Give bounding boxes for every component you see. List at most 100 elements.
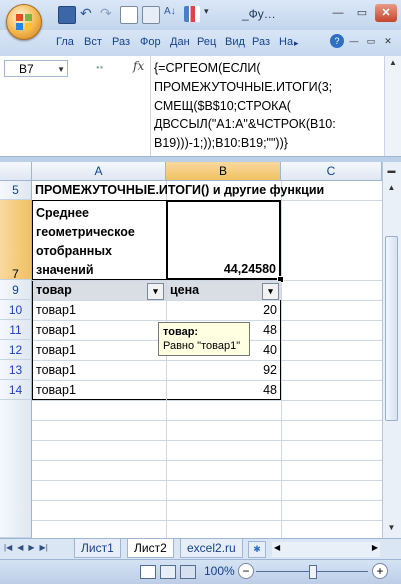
close-button[interactable]: ✕	[375, 4, 397, 22]
zoom-out-icon[interactable]: −	[238, 563, 254, 579]
cell-a7[interactable]: Среднее геометрическое отобранных значен…	[32, 200, 166, 280]
tab-page-layout[interactable]: Раз	[112, 36, 130, 48]
formula-bar-scrollbar[interactable]: ▲	[384, 56, 401, 156]
cell-a11[interactable]: товар1	[32, 320, 166, 340]
filter-active-icon[interactable]: ▾	[147, 283, 164, 300]
undo-icon[interactable]: ↶	[80, 6, 96, 22]
window-title: _Фу…	[242, 7, 276, 21]
redo-icon[interactable]: ↷	[100, 6, 116, 22]
formula-divider	[150, 56, 151, 156]
page-layout-view-icon[interactable]	[160, 565, 176, 579]
cell-b13[interactable]: 92	[167, 360, 281, 380]
vertical-scrollbar[interactable]: ▬ ▲ ▼	[382, 162, 401, 538]
column-header-c[interactable]: C	[281, 162, 382, 181]
ribbon-close-icon[interactable]: ✕	[381, 34, 395, 48]
sheet-tabs-bar: |◀ ◀ ▶ ▶| Лист1 Лист2 excel2.ru ✱ ◀ ▶	[0, 538, 401, 560]
row-header-14[interactable]: 14	[0, 380, 32, 400]
column-header-b[interactable]: B	[166, 162, 281, 181]
cell-a7-line-1: Среднее	[36, 206, 90, 220]
normal-view-icon[interactable]	[140, 565, 156, 579]
tab-addins[interactable]: На	[279, 36, 293, 48]
zoom-slider-thumb[interactable]	[309, 565, 317, 579]
scroll-down-icon[interactable]: ▼	[384, 520, 399, 535]
formula-input[interactable]: {=СРГЕОМ(ЕСЛИ( ПРОМЕЖУТОЧНЫЕ.ИТОГИ(3; СМ…	[154, 59, 369, 153]
prev-sheet-icon[interactable]: ◀	[17, 543, 23, 552]
tab-review[interactable]: Рец	[197, 36, 216, 48]
scroll-right-icon[interactable]: ▶	[372, 543, 378, 552]
next-sheet-icon[interactable]: ▶	[28, 543, 34, 552]
last-sheet-icon[interactable]: ▶|	[40, 543, 48, 552]
window-controls: — ▭ ✕	[327, 4, 397, 22]
name-box[interactable]: B7 ▼	[4, 60, 68, 77]
zoom-level[interactable]: 100%	[204, 564, 235, 578]
horizontal-scrollbar[interactable]: ◀ ▶	[272, 542, 380, 557]
status-bar: 100% − +	[0, 559, 401, 584]
print-preview-icon[interactable]	[142, 6, 160, 24]
cell-a5[interactable]: ПРОМЕЖУТОЧНЫЕ.ИТОГИ() и другие функции	[32, 181, 327, 200]
tab-developer[interactable]: Раз	[252, 36, 270, 48]
scroll-left-icon[interactable]: ◀	[274, 543, 280, 552]
filter-tooltip: товар: Равно "товар1"	[158, 322, 250, 356]
office-button[interactable]	[6, 4, 42, 40]
tabs-scroll-icon[interactable]: ▸	[294, 38, 299, 49]
maximize-button[interactable]: ▭	[351, 4, 373, 22]
column-header-a[interactable]: A	[32, 162, 166, 181]
zoom-in-icon[interactable]: +	[372, 563, 388, 579]
row-header-11[interactable]: 11	[0, 320, 32, 340]
chevron-up-icon[interactable]: ▲	[389, 58, 397, 67]
sheet-tab-1[interactable]: Лист1	[74, 539, 121, 558]
minimize-button[interactable]: —	[327, 4, 349, 22]
row-header-7[interactable]: 7	[0, 200, 32, 281]
select-all-corner[interactable]	[0, 162, 32, 181]
tab-view[interactable]: Вид	[225, 36, 245, 48]
filter-dropdown-icon[interactable]: ▾	[262, 283, 279, 300]
scroll-up-icon[interactable]: ▲	[384, 180, 399, 195]
chart-icon[interactable]	[184, 6, 200, 22]
cell-b9[interactable]: цена ▾	[167, 281, 281, 300]
chevron-down-icon[interactable]: ▼	[57, 61, 65, 78]
tab-insert[interactable]: Вст	[84, 36, 102, 48]
help-icon[interactable]: ?	[330, 34, 344, 48]
cell-b7-selected[interactable]: 44,24580	[166, 200, 281, 280]
cell-a7-line-2: геометрическое	[36, 225, 135, 239]
cell-b14[interactable]: 48	[167, 380, 281, 400]
save-icon[interactable]	[58, 6, 76, 24]
cell-b10[interactable]: 20	[167, 300, 281, 320]
cell-b9-label: цена	[170, 283, 200, 297]
tab-data[interactable]: Дан	[170, 36, 190, 48]
sort-icon[interactable]: A↓	[164, 6, 180, 22]
split-handle-icon[interactable]: ▬	[384, 163, 399, 178]
row-header-12[interactable]: 12	[0, 340, 32, 360]
page-break-view-icon[interactable]	[180, 565, 196, 579]
insert-function-icon[interactable]: fx	[133, 59, 144, 73]
quick-access-toolbar: ↶ ↷ A↓ ▾	[58, 6, 220, 24]
ribbon-restore-icon[interactable]: ▭	[364, 34, 378, 48]
cell-a9[interactable]: товар ▾	[32, 281, 166, 300]
sheet-tab-3[interactable]: excel2.ru	[180, 539, 243, 558]
cell-a13[interactable]: товар1	[32, 360, 166, 380]
cell-b7-value: 44,24580	[223, 262, 276, 276]
cell-a9-label: товар	[36, 283, 72, 297]
tab-formulas[interactable]: Фор	[140, 36, 161, 48]
cell-a12[interactable]: товар1	[32, 340, 166, 360]
sheet-tab-2-active[interactable]: Лист2	[127, 539, 174, 558]
row-header-10[interactable]: 10	[0, 300, 32, 320]
row-headers-empty	[0, 400, 32, 538]
row-header-9[interactable]: 9	[0, 280, 32, 300]
tab-home[interactable]: Гла	[56, 36, 74, 48]
office-logo-icon	[16, 14, 32, 30]
formula-bar-handle-icon[interactable]: ●●	[96, 65, 103, 71]
scroll-thumb[interactable]	[385, 236, 398, 421]
row-header-5[interactable]: 5	[0, 181, 32, 200]
ribbon-minimize-icon[interactable]: —	[347, 34, 361, 48]
customize-toolbar-icon[interactable]: ▾	[204, 6, 220, 22]
insert-sheet-icon[interactable]: ✱	[248, 541, 266, 558]
new-document-icon[interactable]	[120, 6, 138, 24]
sheet-nav: |◀ ◀ ▶ ▶|	[4, 543, 48, 552]
formula-bar: B7 ▼ ●● fx {=СРГЕОМ(ЕСЛИ( ПРОМЕЖУТОЧНЫЕ.…	[0, 56, 401, 157]
first-sheet-icon[interactable]: |◀	[4, 543, 12, 552]
row-header-13[interactable]: 13	[0, 360, 32, 380]
tooltip-title: товар:	[163, 326, 199, 338]
cell-a14[interactable]: товар1	[32, 380, 166, 400]
cell-a10[interactable]: товар1	[32, 300, 166, 320]
